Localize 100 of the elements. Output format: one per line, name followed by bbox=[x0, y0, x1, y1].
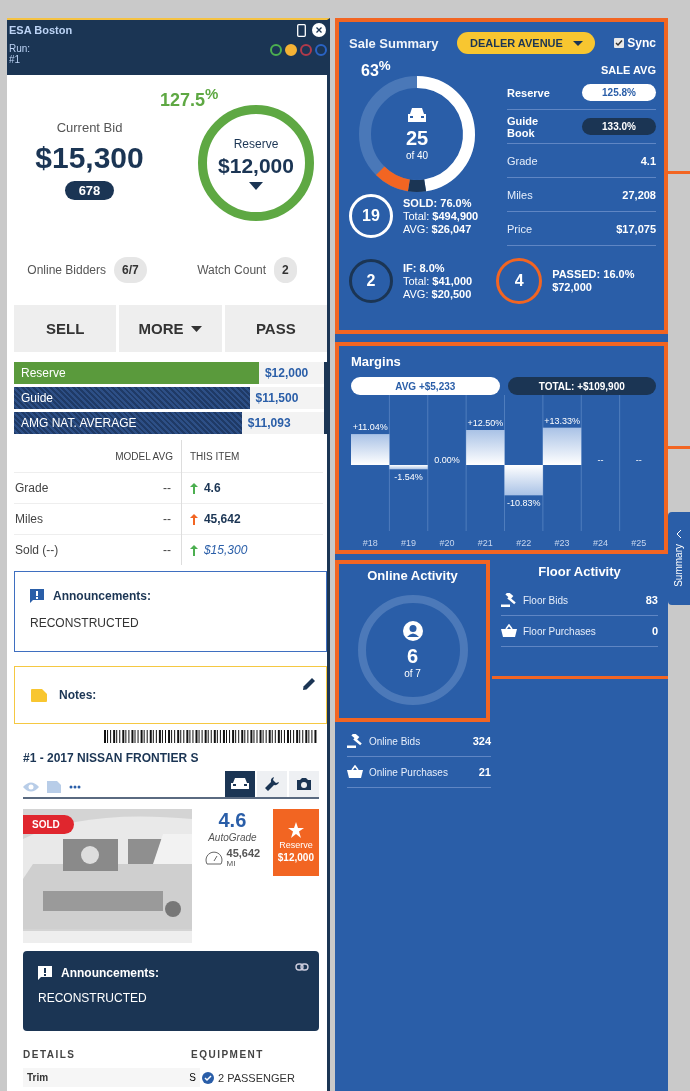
activity-value: 21 bbox=[478, 766, 491, 778]
activity-value: 324 bbox=[472, 735, 491, 747]
activity-value: 0 bbox=[651, 625, 658, 637]
action-button[interactable]: SELL bbox=[14, 305, 117, 352]
summary-tab[interactable]: Summary bbox=[668, 512, 690, 605]
average-label: Reserve bbox=[507, 86, 551, 99]
average-label: Miles bbox=[507, 188, 533, 201]
counter-badge: 2 bbox=[274, 257, 297, 283]
auction-title: ESA Boston bbox=[9, 24, 73, 36]
activity-label: Floor Purchases bbox=[523, 625, 597, 637]
caret-icon bbox=[249, 181, 263, 190]
activity-label: Floor Bids bbox=[523, 594, 569, 606]
activity-label: Online Bids bbox=[369, 735, 422, 747]
vehicle-title: #1 - 2017 NISSAN FRONTIER S bbox=[23, 751, 200, 765]
status-dot[interactable] bbox=[285, 44, 297, 56]
count-ring: 4 bbox=[496, 258, 543, 304]
camera-icon bbox=[296, 777, 312, 791]
star-icon bbox=[287, 822, 304, 838]
action-button[interactable]: PASS bbox=[224, 305, 327, 352]
wrench-icon bbox=[264, 776, 280, 792]
margin-bar bbox=[466, 430, 505, 465]
section-heading: DETAILS bbox=[23, 1049, 76, 1060]
grade-label: AutoGrade bbox=[208, 832, 257, 843]
notes-title: Notes: bbox=[59, 688, 97, 702]
equipment-item: 2 PASSENGER bbox=[218, 1071, 295, 1084]
note-icon bbox=[31, 688, 47, 702]
count-ring: 2 bbox=[349, 259, 393, 303]
stat-title: PASSED: 16.0% bbox=[552, 268, 635, 281]
activity-value: 83 bbox=[645, 594, 658, 606]
bidder-total: of 7 bbox=[404, 668, 421, 679]
panel-title: Online Activity bbox=[367, 568, 458, 583]
basket-icon bbox=[501, 624, 517, 638]
current-bid-label: Current Bid bbox=[56, 120, 123, 135]
axis-label: #25 bbox=[631, 538, 647, 548]
mileage-value: 45,642 bbox=[226, 847, 261, 859]
average-value: 125.8% bbox=[582, 84, 656, 101]
counter-badge: 6/7 bbox=[114, 257, 147, 283]
basket-icon bbox=[347, 765, 363, 779]
margin-bar bbox=[542, 427, 582, 465]
margin-bar bbox=[504, 465, 543, 496]
bid-count-badge: 678 bbox=[64, 181, 115, 200]
stat-title: IF: 8.0% bbox=[403, 261, 446, 275]
average-value: 27,208 bbox=[622, 188, 656, 201]
bar-value-label: -10.83% bbox=[506, 498, 541, 509]
stat-line: Total: $41,000 bbox=[403, 274, 473, 288]
price-bar: AMG NAT. AVERAGE bbox=[14, 412, 242, 434]
view-tab[interactable] bbox=[289, 771, 319, 797]
average-label: Guide Book bbox=[507, 114, 540, 139]
stat-line: AVG: $20,500 bbox=[403, 287, 473, 301]
table-cell: $15,300 bbox=[203, 543, 248, 557]
bar-value-label: +12.50% bbox=[467, 418, 504, 428]
average-value: 133.0% bbox=[582, 118, 656, 135]
reserve-amount: $12,000 bbox=[277, 852, 314, 863]
axis-label: #23 bbox=[554, 538, 570, 548]
stat-title: SOLD: 76.0% bbox=[403, 196, 473, 210]
bar-value-label: +11.04% bbox=[352, 422, 388, 433]
sync-label: Sync bbox=[627, 36, 656, 50]
average-margin-pill: AVG +$5,233 bbox=[351, 377, 500, 395]
row-label: Sold (--) bbox=[14, 534, 110, 565]
table-cell: 45,642 bbox=[203, 512, 241, 526]
checkbox[interactable] bbox=[614, 38, 625, 48]
axis-label: #18 bbox=[362, 538, 378, 548]
reserve-ring[interactable]: Reserve $12,000 bbox=[198, 105, 314, 221]
gavel-icon bbox=[347, 734, 363, 748]
action-button[interactable]: MORE bbox=[119, 305, 222, 352]
price-bar: Reserve bbox=[14, 362, 259, 384]
grade-value: 4.6 bbox=[218, 809, 247, 832]
vehicle-total: of 40 bbox=[405, 150, 429, 162]
car-icon bbox=[407, 107, 427, 124]
dealer-dropdown[interactable]: DEALER AVENUE bbox=[457, 32, 596, 54]
table-cell: -- bbox=[109, 472, 182, 504]
announcements-title: Announcements: bbox=[61, 966, 159, 980]
more-icon[interactable] bbox=[69, 785, 81, 789]
column-header: THIS ITEM bbox=[181, 440, 323, 473]
phone-icon[interactable] bbox=[297, 23, 306, 37]
table-cell: 4.6 bbox=[203, 481, 221, 495]
pencil-icon[interactable] bbox=[303, 677, 316, 690]
announcement-text: RECONSTRUCTED bbox=[38, 991, 148, 1005]
bar-value-label: -- bbox=[635, 455, 642, 465]
average-label: Grade bbox=[507, 154, 538, 167]
reserve-label: Reserve bbox=[279, 840, 313, 850]
bar-value-label: -- bbox=[597, 455, 604, 465]
view-tab[interactable] bbox=[225, 771, 255, 797]
row-label: Miles bbox=[14, 503, 110, 535]
axis-label: #21 bbox=[477, 538, 493, 548]
speedometer-icon bbox=[204, 850, 223, 865]
status-dot[interactable] bbox=[300, 44, 312, 56]
view-tab[interactable] bbox=[257, 771, 287, 797]
status-dot[interactable] bbox=[270, 44, 282, 56]
table-cell: -- bbox=[109, 503, 182, 535]
axis-label: #24 bbox=[592, 538, 608, 548]
close-icon[interactable] bbox=[312, 23, 326, 37]
status-dot[interactable] bbox=[315, 44, 327, 56]
panel-title: Floor Activity bbox=[537, 564, 622, 579]
stat-line: Total: $494,900 bbox=[403, 209, 479, 223]
link-icon[interactable] bbox=[295, 963, 309, 971]
gavel-icon bbox=[501, 593, 517, 607]
average-label: Price bbox=[507, 222, 533, 235]
detail-label: Trim bbox=[27, 1072, 49, 1083]
bar-value-label: +13.33% bbox=[544, 415, 580, 426]
